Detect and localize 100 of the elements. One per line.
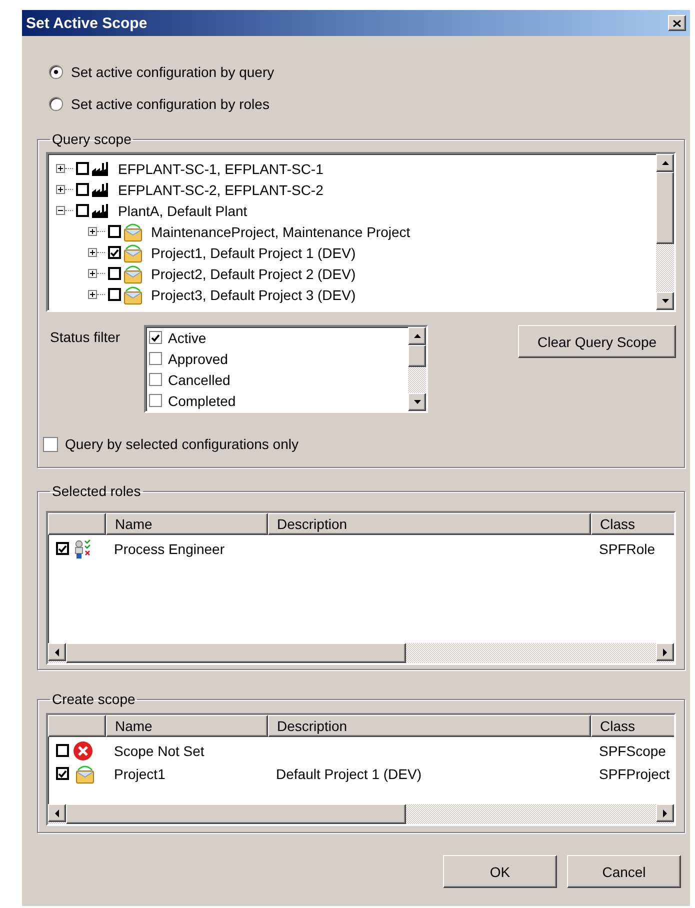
checkbox[interactable] xyxy=(149,394,162,407)
checkbox[interactable] xyxy=(56,767,69,780)
checkbox[interactable] xyxy=(108,288,121,301)
expand-toggle[interactable] xyxy=(88,269,97,278)
arrow-right-icon xyxy=(660,808,670,818)
list-item[interactable]: Cancelled xyxy=(168,372,230,388)
close-button[interactable] xyxy=(668,15,686,31)
table-cell: SPFProject xyxy=(599,766,670,782)
table-cell: SPFScope xyxy=(599,742,666,758)
field-label: Status filter xyxy=(50,329,122,345)
plus-icon xyxy=(89,249,96,256)
error-icon xyxy=(73,740,93,760)
table-cell: SPFRole xyxy=(599,540,656,556)
tree-item[interactable]: MaintenanceProject, Maintenance Project xyxy=(151,224,410,240)
plus-icon xyxy=(89,270,96,277)
tree-item[interactable]: Project1, Default Project 1 (DEV) xyxy=(151,244,356,260)
column-header[interactable] xyxy=(48,715,106,737)
scrollbar[interactable] xyxy=(408,327,426,411)
expand-toggle[interactable] xyxy=(56,206,65,215)
checkbox[interactable] xyxy=(149,352,162,365)
group-title: Query scope xyxy=(51,131,132,147)
radio-label[interactable]: Set active configuration by query xyxy=(71,64,274,80)
radio-button[interactable] xyxy=(49,97,63,111)
expand-toggle[interactable] xyxy=(88,248,97,257)
checkbox[interactable] xyxy=(56,744,69,757)
plus-icon xyxy=(89,291,96,298)
scrollbar[interactable] xyxy=(48,804,674,824)
checkbox[interactable] xyxy=(76,183,89,196)
window-title: Set Active Scope xyxy=(26,14,148,32)
checkbox[interactable] xyxy=(76,204,89,217)
scrollbar-thumb[interactable] xyxy=(408,345,426,367)
column-header[interactable]: Description xyxy=(268,715,591,737)
arrow-up-icon xyxy=(660,158,670,168)
expand-toggle[interactable] xyxy=(88,227,97,236)
folder-icon xyxy=(123,284,143,304)
list-item[interactable]: Completed xyxy=(168,392,236,408)
user-icon xyxy=(73,538,93,558)
dialog-button[interactable]: Cancel xyxy=(567,855,681,888)
folder-icon xyxy=(75,764,95,784)
radio-button[interactable] xyxy=(49,65,63,79)
scroll-down-button[interactable] xyxy=(656,292,674,310)
radio-label[interactable]: Set active configuration by roles xyxy=(71,96,270,112)
scroll-right-button[interactable] xyxy=(656,804,674,822)
group-title: Create scope xyxy=(51,691,136,707)
checkbox[interactable] xyxy=(108,267,121,280)
scroll-left-button[interactable] xyxy=(48,643,66,661)
folder-icon xyxy=(123,242,143,262)
arrow-down-icon xyxy=(660,296,670,306)
scrollbar-thumb[interactable] xyxy=(66,804,406,824)
checkbox[interactable] xyxy=(43,436,58,452)
factory-icon xyxy=(92,182,110,196)
minus-icon xyxy=(57,207,64,214)
scroll-left-button[interactable] xyxy=(48,804,66,822)
tree-item[interactable]: Project3, Default Project 3 (DEV) xyxy=(151,286,356,302)
expand-toggle[interactable] xyxy=(56,185,65,194)
scrollbar[interactable] xyxy=(656,154,674,310)
arrow-left-icon xyxy=(52,648,62,656)
plus-icon xyxy=(57,165,64,172)
table-cell: Project1 xyxy=(114,766,166,782)
tree-item[interactable]: EFPLANT-SC-1, EFPLANT-SC-1 xyxy=(118,160,324,176)
checkbox[interactable] xyxy=(149,373,162,386)
checkbox[interactable] xyxy=(149,331,162,344)
factory-icon xyxy=(92,204,110,218)
expand-toggle[interactable] xyxy=(88,290,97,299)
checkbox[interactable] xyxy=(76,162,89,175)
table-cell: Scope Not Set xyxy=(114,742,204,758)
checkbox[interactable] xyxy=(108,246,121,259)
scroll-up-button[interactable] xyxy=(408,327,426,345)
scroll-right-button[interactable] xyxy=(656,643,674,661)
folder-icon xyxy=(123,264,143,284)
folder-icon xyxy=(123,222,143,242)
scroll-down-button[interactable] xyxy=(408,393,426,411)
scrollbar-thumb[interactable] xyxy=(656,172,674,244)
factory-icon xyxy=(92,162,110,176)
arrow-up-icon xyxy=(412,332,422,340)
expand-toggle[interactable] xyxy=(56,164,65,173)
checkbox[interactable] xyxy=(56,542,69,555)
tree-item[interactable]: PlantA, Default Plant xyxy=(118,202,248,218)
column-header[interactable]: Name xyxy=(106,513,268,535)
column-header[interactable]: Description xyxy=(268,513,591,535)
table-cell: Process Engineer xyxy=(114,540,225,556)
checkbox[interactable] xyxy=(108,225,121,238)
list-item[interactable]: Approved xyxy=(168,350,228,366)
arrow-left-icon xyxy=(52,808,62,818)
list-item[interactable]: Active xyxy=(168,330,206,346)
scrollbar-thumb[interactable] xyxy=(66,643,406,663)
column-header[interactable]: Class xyxy=(591,513,674,535)
scrollbar[interactable] xyxy=(48,643,674,663)
column-header[interactable] xyxy=(48,513,106,535)
close-icon xyxy=(673,20,681,26)
clear-query-scope-button[interactable]: Clear Query Scope xyxy=(518,325,676,358)
tree-item[interactable]: Project2, Default Project 2 (DEV) xyxy=(151,266,356,282)
column-header[interactable]: Name xyxy=(106,715,268,737)
column-header[interactable]: Class xyxy=(591,715,674,737)
arrow-down-icon xyxy=(412,398,422,406)
checkbox-label[interactable]: Query by selected configurations only xyxy=(65,436,298,452)
plus-icon xyxy=(89,228,96,235)
dialog-button[interactable]: OK xyxy=(443,855,557,888)
scroll-up-button[interactable] xyxy=(656,154,674,172)
tree-item[interactable]: EFPLANT-SC-2, EFPLANT-SC-2 xyxy=(118,182,324,198)
